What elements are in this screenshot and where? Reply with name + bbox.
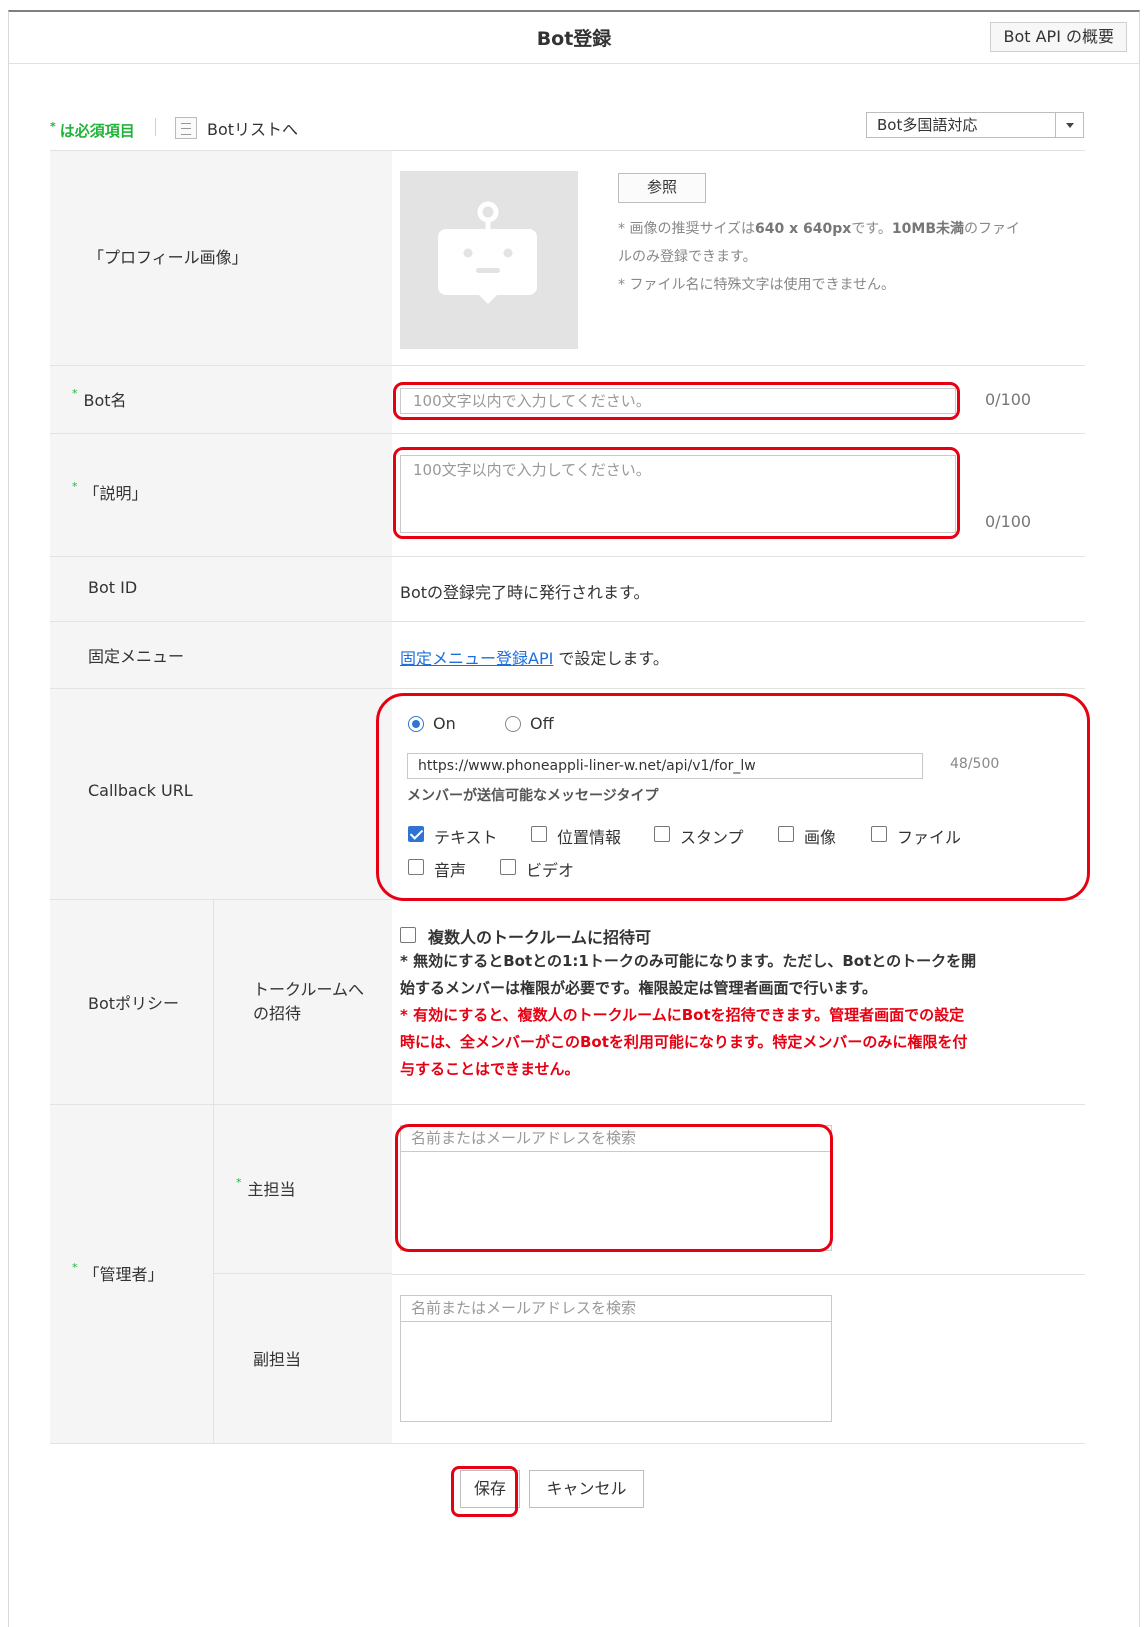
profile-label: 「プロフィール画像」 bbox=[88, 248, 248, 267]
bot-form-table: 「プロフィール画像」 参照 * 画像の推奨サイズは640 x 640pxです。1… bbox=[50, 150, 1090, 1487]
profile-image-placeholder bbox=[400, 171, 578, 349]
description-counter: 0/100 bbox=[985, 512, 1032, 531]
browse-button[interactable]: 参照 bbox=[618, 173, 706, 203]
hint-limit: 10MB未満 bbox=[891, 221, 965, 237]
bot-id-value: Botの登録完了時に発行されます。 bbox=[400, 583, 650, 602]
multi-room-invite-checkbox[interactable] bbox=[400, 927, 416, 943]
main-admin-label-cell: * 主担当 bbox=[213, 1105, 392, 1274]
profile-hint-line2: ルのみ登録できます。 bbox=[618, 249, 757, 265]
hint-mid: です。 bbox=[851, 221, 892, 237]
description-label: * 「説明」 bbox=[72, 480, 148, 504]
bot-id-row: Bot ID Botの登録完了時に発行されます。 bbox=[50, 557, 1085, 622]
chevron-down-icon bbox=[1055, 113, 1083, 137]
highlight-box-save bbox=[451, 1466, 518, 1517]
bot-name-label: * Bot名 bbox=[72, 387, 127, 411]
required-star: * bbox=[72, 387, 78, 400]
bot-id-label: Bot ID bbox=[88, 578, 138, 597]
fixed-menu-row: 固定メニュー 固定メニュー登録API で設定します。 bbox=[50, 622, 1085, 689]
fixed-menu-suffix: で設定します。 bbox=[553, 649, 669, 668]
policy-warning-line3: 与することはできません。 bbox=[400, 1060, 580, 1078]
hint-suffix: のファイ bbox=[964, 221, 1021, 237]
profile-hint-line3: * ファイル名に特殊文字は使用できません。 bbox=[618, 277, 896, 293]
required-note: * は必須項目 bbox=[50, 120, 135, 141]
bot-list-link[interactable]: Botリストへ bbox=[175, 116, 298, 140]
policy-sub-label-line1: トークルームへ bbox=[253, 980, 365, 999]
admin-label-text: 「管理者」 bbox=[83, 1265, 164, 1284]
header: Bot登録 Bot API の概要 bbox=[9, 12, 1139, 64]
profile-row: 「プロフィール画像」 参照 * 画像の推奨サイズは640 x 640pxです。1… bbox=[50, 151, 1085, 366]
fixed-menu-label-cell: 固定メニュー bbox=[50, 622, 392, 688]
fixed-menu-label: 固定メニュー bbox=[88, 647, 185, 666]
highlight-box-description bbox=[393, 447, 960, 539]
required-note-text: は必須項目 bbox=[59, 122, 135, 140]
sub-admin-label: 副担当 bbox=[253, 1350, 302, 1369]
cancel-button[interactable]: キャンセル bbox=[529, 1470, 644, 1508]
bot-name-label-cell: * Bot名 bbox=[50, 366, 392, 433]
highlight-box-callback bbox=[376, 693, 1090, 901]
main-admin-label: * 主担当 bbox=[236, 1176, 296, 1200]
bot-avatar-icon bbox=[438, 201, 537, 304]
profile-hint-line1: * 画像の推奨サイズは640 x 640pxです。10MB未満のファイ bbox=[618, 215, 1078, 243]
policy-sub-label-line2: の招待 bbox=[253, 1004, 302, 1023]
list-icon bbox=[175, 117, 197, 139]
bot-name-counter: 0/100 bbox=[985, 390, 1032, 409]
bot-id-label-cell: Bot ID bbox=[50, 557, 392, 621]
policy-sub-label-cell: トークルームへ の招待 bbox=[213, 900, 392, 1104]
highlight-box-main-admin bbox=[395, 1124, 833, 1252]
bot-api-overview-button[interactable]: Bot API の概要 bbox=[990, 22, 1127, 52]
admin-label: * 「管理者」 bbox=[72, 1261, 164, 1285]
bot-list-link-label: Botリストへ bbox=[207, 120, 299, 139]
policy-warning-line1: * 有効にすると、複数人のトークルームにBotを招待できます。管理者画面での設定 bbox=[400, 1006, 965, 1024]
bot-name-row: * Bot名 100文字以内で入力してください。 0/100 bbox=[50, 366, 1085, 434]
policy-row: Botポリシー トークルームへ の招待 複数人のトークルームに招待可 * 無効にす… bbox=[50, 900, 1085, 1105]
required-star: * bbox=[236, 1176, 242, 1189]
fixed-menu-value: 固定メニュー登録API で設定します。 bbox=[400, 645, 669, 669]
sub-admin-search-box[interactable]: 名前またはメールアドレスを検索 bbox=[400, 1295, 832, 1422]
description-label-cell: * 「説明」 bbox=[50, 434, 392, 556]
hint-size: 640 x 640px bbox=[755, 221, 852, 237]
hint-prefix: * 画像の推奨サイズは bbox=[618, 221, 756, 237]
multi-room-invite-label: 複数人のトークルームに招待可 bbox=[428, 928, 652, 947]
page-title: Bot登録 bbox=[536, 28, 612, 50]
required-star: * bbox=[72, 480, 78, 493]
main-admin-label-text: 主担当 bbox=[247, 1180, 296, 1199]
policy-note-line1: * 無効にするとBotとの1:1トークのみ可能になります。ただし、Botとのトー… bbox=[400, 952, 977, 970]
policy-label: Botポリシー bbox=[88, 994, 180, 1013]
policy-warning-line2: 時には、全メンバーがこのBotを利用可能になります。特定メンバーのみに権限を付 bbox=[400, 1033, 968, 1051]
fixed-menu-api-link[interactable]: 固定メニュー登録API bbox=[400, 649, 553, 668]
policy-sub-label: トークルームへ の招待 bbox=[253, 978, 364, 1026]
language-select-value: Bot多国語対応 bbox=[877, 116, 978, 134]
description-row: * 「説明」 100文字以内で入力してください。 0/100 bbox=[50, 434, 1085, 557]
policy-note: * 無効にするとBotとの1:1トークのみ可能になります。ただし、Botとのトー… bbox=[400, 948, 1040, 1083]
highlight-box-bot-name bbox=[393, 382, 960, 420]
policy-label-cell: Botポリシー bbox=[50, 900, 213, 1104]
required-star: * bbox=[72, 1261, 78, 1274]
callback-label-cell: Callback URL bbox=[50, 689, 392, 899]
profile-label-cell: 「プロフィール画像」 bbox=[50, 151, 392, 365]
description-label-text: 「説明」 bbox=[83, 484, 148, 503]
admin-label-cell: * 「管理者」 bbox=[50, 1105, 213, 1443]
admin-divider bbox=[392, 1274, 1085, 1275]
sub-admin-search-input[interactable]: 名前またはメールアドレスを検索 bbox=[401, 1296, 831, 1322]
required-star: * bbox=[50, 120, 56, 133]
policy-note-line2: 始するメンバーは権限が必要です。権限設定は管理者画面で行います。 bbox=[400, 979, 878, 997]
callback-label: Callback URL bbox=[88, 781, 193, 800]
callback-row: Callback URL On Off https://www.phoneapp… bbox=[50, 689, 1090, 901]
admin-row: * 「管理者」 * 主担当 副担当 名前またはメールアドレスを検索 名前またはメール… bbox=[50, 1105, 1085, 1444]
toolbar-divider bbox=[155, 118, 156, 136]
language-select[interactable]: Bot多国語対応 bbox=[866, 112, 1084, 138]
sub-admin-label-cell: 副担当 bbox=[213, 1274, 392, 1443]
bot-name-label-text: Bot名 bbox=[83, 391, 127, 410]
